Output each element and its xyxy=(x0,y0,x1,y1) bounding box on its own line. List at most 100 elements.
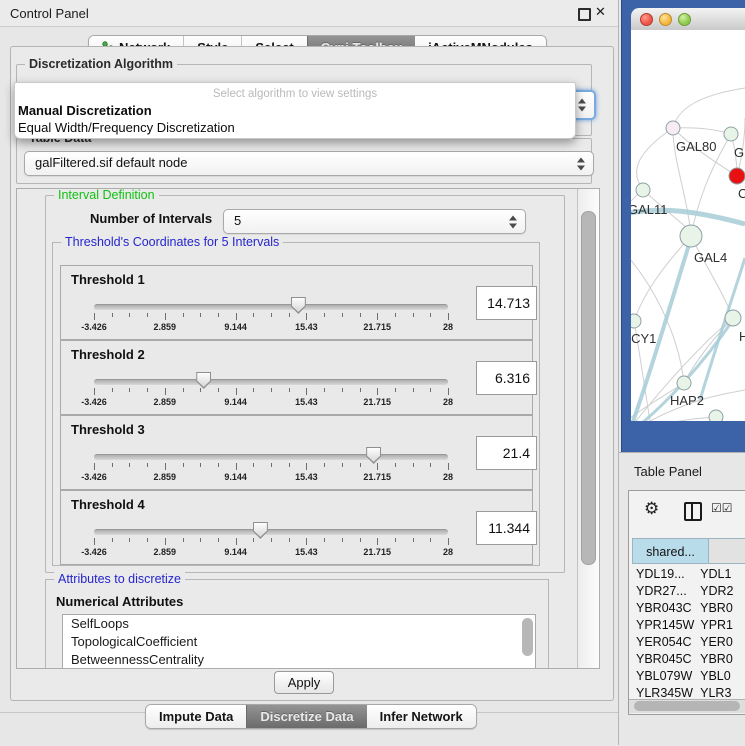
threshold-value-box[interactable]: 6.316 xyxy=(476,361,537,395)
attribute-items: SelfLoopsTopologicalCoefficientBetweenne… xyxy=(63,615,535,669)
network-node-label: GCY1 xyxy=(631,331,656,346)
float-window-icon[interactable] xyxy=(578,8,591,21)
thresholds-group-title: Threshold's Coordinates for 5 Intervals xyxy=(61,235,283,249)
table-row[interactable]: YDL19...YDL1 xyxy=(632,566,745,583)
slider-handle[interactable] xyxy=(253,522,268,539)
table-cell-shared-name[interactable]: YBL079W xyxy=(632,668,694,685)
gear-icon[interactable]: ⚙ xyxy=(644,499,659,519)
table-row[interactable]: YBR045CYBR0 xyxy=(632,651,745,668)
threshold-value-box[interactable]: 14.713 xyxy=(476,286,537,320)
attribute-list-item[interactable]: TopologicalCoefficient xyxy=(63,633,535,651)
tab-impute-data[interactable]: Impute Data xyxy=(146,705,246,728)
split-columns-icon[interactable] xyxy=(684,502,702,521)
slider-track[interactable] xyxy=(94,379,448,385)
settings-scrollbar-thumb[interactable] xyxy=(581,211,596,565)
network-canvas[interactable]: GAL80GCGAL11GAL4GCY1HHAP2 xyxy=(631,30,745,421)
threshold-panel: Threshold 3-3.4262.8599.14415.4321.71528… xyxy=(60,415,533,490)
zoom-traffic-light-icon[interactable] xyxy=(678,13,691,26)
slider-tick xyxy=(448,388,449,395)
slider-tick xyxy=(94,388,95,395)
table-cell-name[interactable]: YBL0 xyxy=(694,668,745,685)
numerical-attributes-list[interactable]: SelfLoopsTopologicalCoefficientBetweenne… xyxy=(62,614,536,669)
thresholds-group: Threshold's Coordinates for 5 Intervals … xyxy=(52,242,540,566)
slider-tick xyxy=(129,463,130,467)
table-hscrollbar-thumb[interactable] xyxy=(634,701,740,711)
select-columns-icon[interactable]: ☑☑ xyxy=(711,501,733,515)
threshold-value-box[interactable]: 21.4 xyxy=(476,436,537,470)
network-node[interactable] xyxy=(666,121,680,135)
table-cell-shared-name[interactable]: YDR27... xyxy=(632,583,694,600)
table-cell-name[interactable]: YDR2 xyxy=(694,583,745,600)
column-header-shared-name[interactable]: shared... xyxy=(632,538,709,564)
table-cell-name[interactable]: YLR3 xyxy=(694,685,745,697)
slider-tick xyxy=(430,388,431,392)
table-cell-shared-name[interactable]: YDL19... xyxy=(632,566,694,583)
slider-tick xyxy=(377,538,378,545)
network-node[interactable] xyxy=(636,183,650,197)
network-node[interactable] xyxy=(677,376,691,390)
apply-button[interactable]: Apply xyxy=(274,671,334,694)
attributes-list-scrollbar[interactable] xyxy=(522,618,533,656)
popup-item-equal-width-frequency[interactable]: Equal Width/Frequency Discretization xyxy=(18,120,235,135)
slider-tick xyxy=(253,388,254,392)
table-row[interactable]: YBR043CYBR0 xyxy=(632,600,745,617)
popup-item-manual-discretization[interactable]: Manual Discretization xyxy=(18,103,152,118)
slider-tick xyxy=(94,313,95,320)
threshold-value-box[interactable]: 11.344 xyxy=(476,511,537,545)
table-row[interactable]: YBL079WYBL0 xyxy=(632,668,745,685)
network-node[interactable] xyxy=(709,410,723,421)
close-icon[interactable]: ✕ xyxy=(595,4,606,20)
table-row[interactable]: YDR27...YDR2 xyxy=(632,583,745,600)
table-cell-name[interactable]: YPR1 xyxy=(694,617,745,634)
number-of-intervals-combobox[interactable]: 5 xyxy=(223,209,526,234)
attributes-group-title: Attributes to discretize xyxy=(54,572,185,586)
slider-tick xyxy=(236,463,237,470)
network-node[interactable] xyxy=(724,127,738,141)
slider-handle[interactable] xyxy=(291,297,306,314)
slider-tick xyxy=(147,538,148,542)
table-horizontal-scrollbar[interactable] xyxy=(629,699,745,713)
table-cell-name[interactable]: YER0 xyxy=(694,634,745,651)
tab-discretize-data[interactable]: Discretize Data xyxy=(246,705,366,728)
slider-track[interactable] xyxy=(94,529,448,535)
slider-tick xyxy=(129,388,130,392)
network-node[interactable] xyxy=(725,310,741,326)
network-node[interactable] xyxy=(631,314,641,328)
table-cell-shared-name[interactable]: YBR043C xyxy=(632,600,694,617)
table-cell-shared-name[interactable]: YPR145W xyxy=(632,617,694,634)
slider-track[interactable] xyxy=(94,304,448,310)
settings-vertical-scrollbar[interactable] xyxy=(577,189,599,668)
slider-handle[interactable] xyxy=(366,447,381,464)
slider-track[interactable] xyxy=(94,454,448,460)
table-cell-shared-name[interactable]: YLR345W xyxy=(632,685,694,697)
network-window-titlebar[interactable] xyxy=(631,8,745,31)
tab-infer-network[interactable]: Infer Network xyxy=(367,705,476,728)
close-traffic-light-icon[interactable] xyxy=(640,13,653,26)
table-row[interactable]: YLR345WYLR3 xyxy=(632,685,745,697)
table-data-combobox[interactable]: galFiltered.sif default node xyxy=(24,151,594,176)
slider-tick-label: 21.715 xyxy=(363,397,391,407)
table-cell-name[interactable]: YDL1 xyxy=(694,566,745,583)
slider-tick xyxy=(94,463,95,470)
slider-tick xyxy=(253,313,254,317)
network-node[interactable] xyxy=(729,168,745,184)
table-cell-name[interactable]: YBR0 xyxy=(694,651,745,668)
minimize-traffic-light-icon[interactable] xyxy=(659,13,672,26)
network-node[interactable] xyxy=(680,225,702,247)
threshold-label: Threshold 1 xyxy=(71,272,145,287)
slider-tick xyxy=(324,463,325,467)
network-edge xyxy=(637,128,673,190)
table-cell-name[interactable]: YBR0 xyxy=(694,600,745,617)
attribute-list-item[interactable]: SelfLoops xyxy=(63,615,535,633)
slider-handle[interactable] xyxy=(196,372,211,389)
slider-tick xyxy=(377,463,378,470)
table-row[interactable]: YPR145WYPR1 xyxy=(632,617,745,634)
slider-tick xyxy=(271,538,272,542)
table-row[interactable]: YER054CYER0 xyxy=(632,634,745,651)
column-header-name[interactable]: na xyxy=(709,538,745,564)
table-cell-shared-name[interactable]: YBR045C xyxy=(632,651,694,668)
combo-stepper-icon xyxy=(509,215,518,228)
table-cell-shared-name[interactable]: YER054C xyxy=(632,634,694,651)
attribute-list-item[interactable]: BetweennessCentrality xyxy=(63,651,535,669)
slider-tick xyxy=(289,463,290,467)
